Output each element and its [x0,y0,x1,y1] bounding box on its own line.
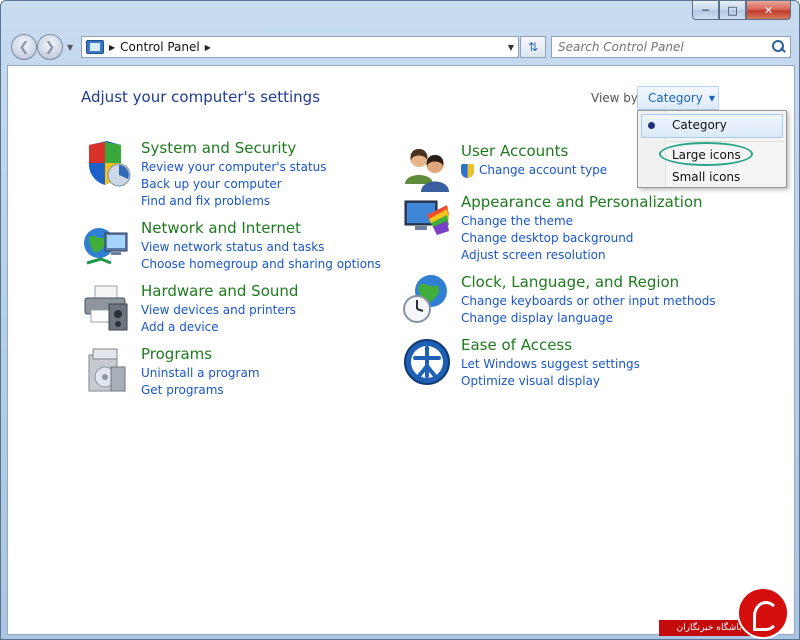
category-title[interactable]: System and Security [141,139,296,157]
menu-item-small-icons[interactable]: Small icons [672,170,740,184]
category-programs: Programs Uninstall a program Get program… [81,345,401,400]
link-uninstall[interactable]: Uninstall a program [141,365,260,382]
back-button[interactable]: ❮ [11,34,37,60]
view-by-value: Category [648,91,703,105]
link-change-account-type[interactable]: Change account type [461,162,607,179]
link-back-up[interactable]: Back up your computer [141,176,327,193]
watermark-emblem-icon [737,587,789,639]
link-add-device[interactable]: Add a device [141,319,296,336]
search-box[interactable] [551,36,791,58]
minimize-icon: ─ [702,3,709,17]
link-change-theme[interactable]: Change the theme [461,213,633,230]
link-optimize-display[interactable]: Optimize visual display [461,373,640,390]
category-hardware-sound: Hardware and Sound View devices and prin… [81,282,401,337]
radio-selected-icon [648,122,655,129]
refresh-icon: ⇅ [527,40,539,54]
address-bar[interactable]: ▶ Control Panel ▶ ▼ [81,36,519,58]
category-title[interactable]: Network and Internet [141,219,301,237]
back-arrow-icon: ❮ [18,39,30,55]
menu-separator [668,141,784,142]
category-appearance: Appearance and Personalization Change th… [401,193,721,263]
refresh-button[interactable]: ⇅ [520,36,546,58]
category-network-internet: Network and Internet View network status… [81,219,401,274]
users-icon [405,149,449,192]
maximize-icon: □ [727,3,738,17]
forward-button[interactable]: ❯ [37,34,63,60]
recent-pages-dropdown[interactable]: ▼ [67,43,73,52]
programs-box-icon [88,348,126,392]
category-ease-of-access: Ease of Access Let Windows suggest setti… [401,336,721,391]
category-title[interactable]: Ease of Access [461,336,572,354]
view-by-menu: Category Large icons Small icons [637,110,787,188]
close-button[interactable]: ✕ [746,1,791,20]
chevron-down-icon: ▼ [708,93,715,103]
content-pane: Adjust your computer's settings View by:… [7,65,795,635]
close-icon: ✕ [763,3,774,17]
link-desktop-background[interactable]: Change desktop background [461,230,633,247]
breadcrumb-chevron-icon[interactable]: ▶ [109,43,115,52]
annotation-highlight-ring [659,142,753,166]
category-clock-language-region: Clock, Language, and Region Change keybo… [401,273,721,343]
breadcrumb-chevron-icon[interactable]: ▶ [205,43,211,52]
monitor-palette-icon [404,200,449,235]
category-title[interactable]: User Accounts [461,142,568,160]
search-icon[interactable] [770,39,786,55]
shield-icon [89,141,131,187]
network-globe-icon [84,228,128,265]
breadcrumb-control-panel[interactable]: Control Panel [120,40,200,54]
link-network-status[interactable]: View network status and tasks [141,239,381,256]
printer-icon [84,285,128,331]
control-panel-window: ─ □ ✕ ❮ ❯ ▼ ▶ Control Panel ▶ ▼ ⇅ Adjust… [0,0,800,640]
watermark-logo: باشگاه خبرنگاران [659,584,799,639]
maximize-button[interactable]: □ [719,1,746,20]
category-title[interactable]: Hardware and Sound [141,282,298,300]
forward-arrow-icon: ❯ [44,39,56,55]
link-keyboards-input[interactable]: Change keyboards or other input methods [461,293,716,310]
link-devices-printers[interactable]: View devices and printers [141,302,296,319]
address-dropdown-icon[interactable]: ▼ [508,43,514,52]
view-by-dropdown[interactable]: Category ▼ [637,86,719,110]
page-title: Adjust your computer's settings [81,88,321,106]
caption-buttons: ─ □ ✕ [692,1,791,20]
category-system-security: System and Security Review your computer… [81,139,401,209]
link-windows-suggest[interactable]: Let Windows suggest settings [461,356,640,373]
link-find-fix[interactable]: Find and fix problems [141,193,327,210]
ease-of-access-icon [404,339,450,385]
menu-item-category[interactable]: Category [672,118,727,132]
minimize-button[interactable]: ─ [692,1,719,20]
category-title[interactable]: Clock, Language, and Region [461,273,679,291]
control-panel-icon [86,40,104,54]
clock-globe-icon [403,275,447,323]
category-title[interactable]: Appearance and Personalization [461,193,703,211]
view-by-label: View by: [591,91,642,105]
link-homegroup[interactable]: Choose homegroup and sharing options [141,256,381,273]
navigation-bar: ❮ ❯ ▼ ▶ Control Panel ▶ ▼ ⇅ [7,31,795,63]
search-input[interactable] [558,40,768,54]
link-get-programs[interactable]: Get programs [141,382,260,399]
title-bar[interactable]: ─ □ ✕ [1,1,799,29]
link-review-status[interactable]: Review your computer's status [141,159,327,176]
category-title[interactable]: Programs [141,345,212,363]
link-display-language[interactable]: Change display language [461,310,716,327]
link-screen-resolution[interactable]: Adjust screen resolution [461,247,633,264]
